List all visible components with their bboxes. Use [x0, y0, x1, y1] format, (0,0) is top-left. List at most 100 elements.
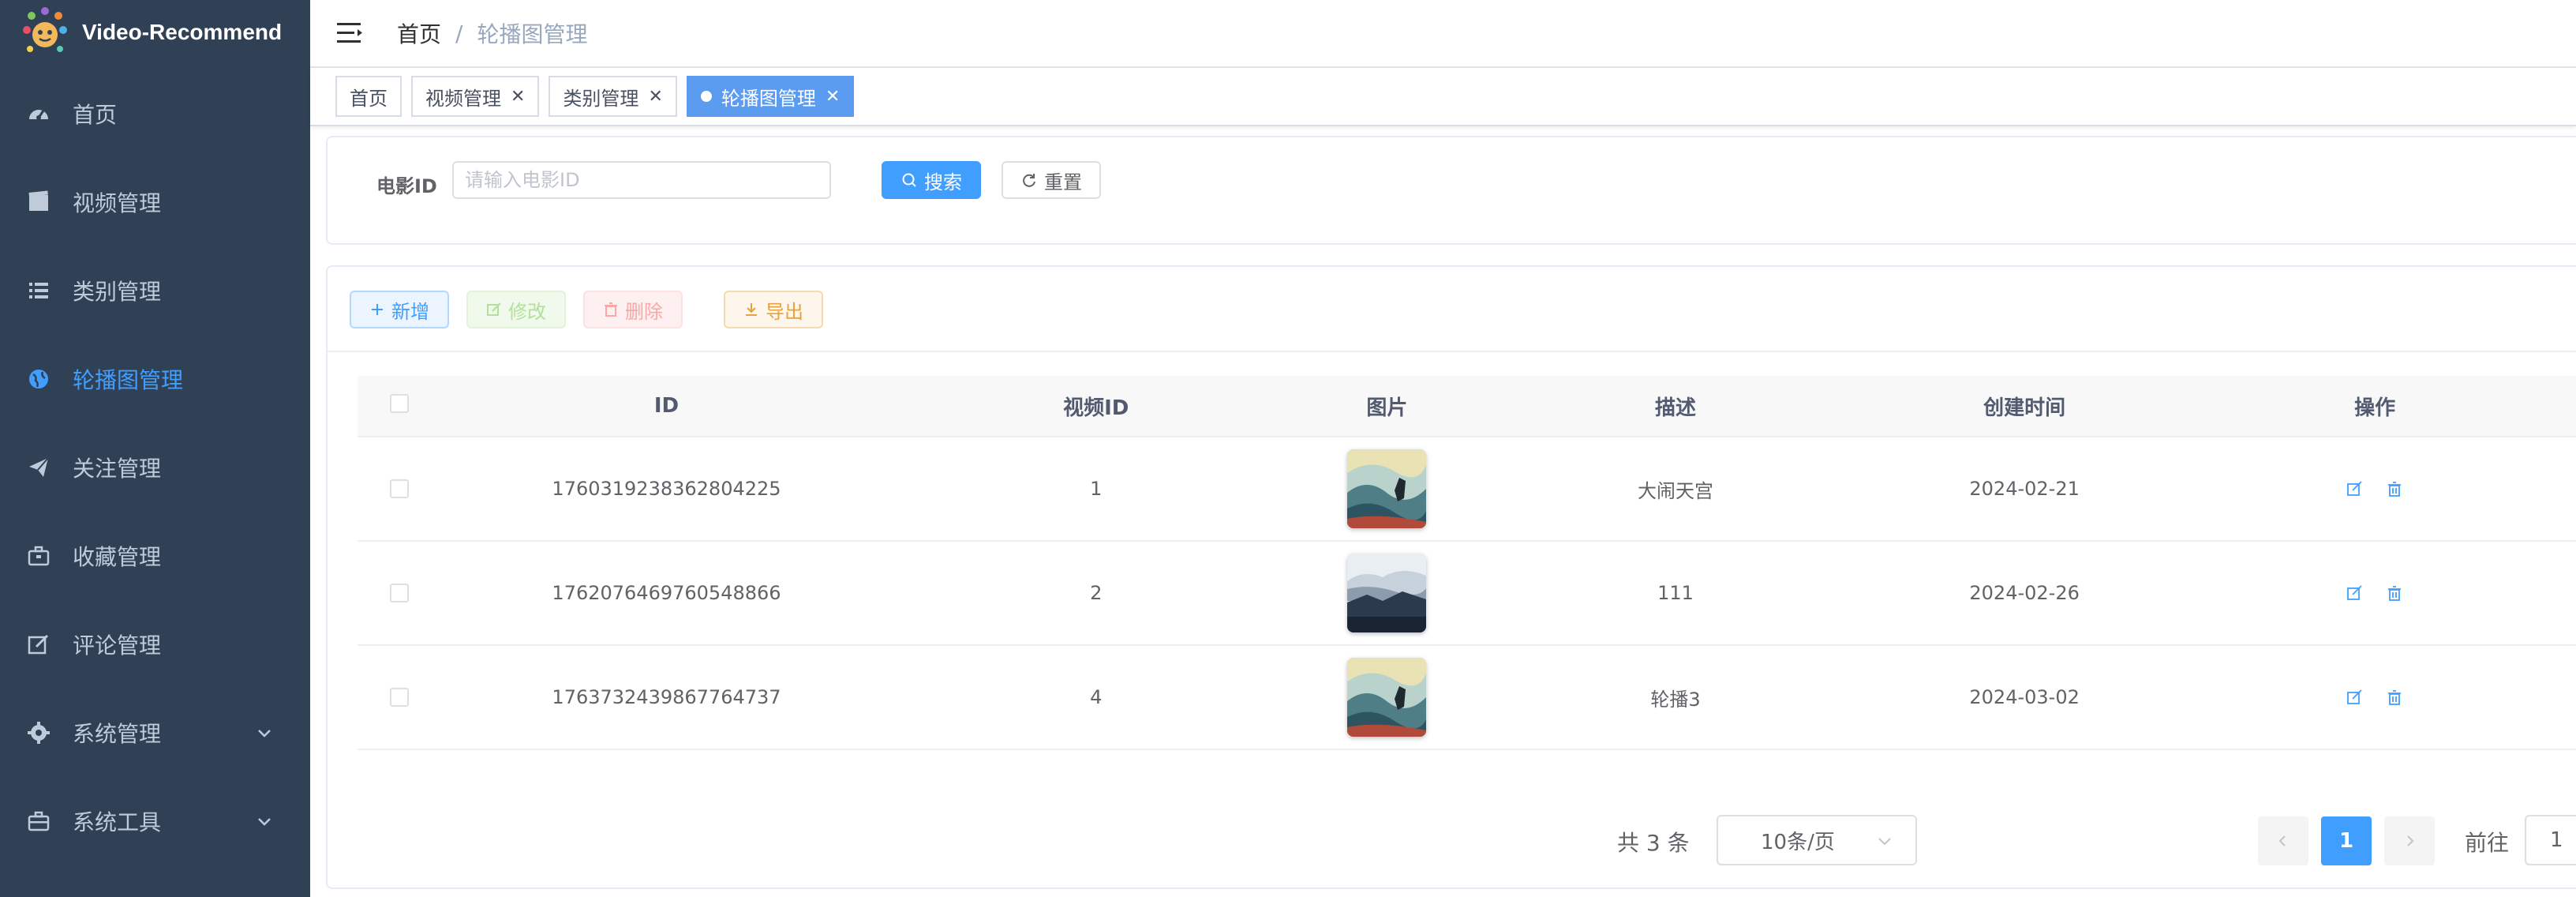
goto-page-input[interactable]: 1: [2525, 815, 2576, 865]
table-row: 1760319238362804225 1 大闹天宫 2024-02-21: [358, 437, 2576, 542]
row-checkbox[interactable]: [389, 688, 409, 707]
tab-label: 轮播图管理: [721, 87, 816, 110]
chevron-down-icon: [258, 818, 271, 826]
sidebar-item-comment[interactable]: 评论管理: [0, 600, 310, 689]
sidebar-item-label: 首页: [73, 102, 118, 128]
sidebar-item-carousel[interactable]: 轮播图管理: [0, 335, 310, 423]
dashboard-icon: [25, 100, 52, 127]
edit-icon[interactable]: [2345, 479, 2365, 499]
close-icon[interactable]: ✕: [511, 87, 525, 107]
row-checkbox[interactable]: [389, 479, 409, 498]
delete-button[interactable]: 删除: [583, 291, 683, 328]
column-header-created: 创建时间: [1983, 396, 2066, 420]
painting-thumbnail[interactable]: [1347, 449, 1427, 528]
tab-carousel[interactable]: 轮播图管理 ✕: [686, 76, 855, 117]
cell-description: 轮播3: [1650, 688, 1701, 711]
next-page-button[interactable]: [2384, 816, 2435, 865]
chevron-left-icon: [2278, 835, 2286, 846]
logo[interactable]: Video-Recommend: [0, 0, 310, 65]
close-icon[interactable]: ✕: [826, 87, 840, 107]
page-size-select[interactable]: 10条/页: [1717, 815, 1917, 865]
search-icon: [902, 173, 916, 187]
trash-icon[interactable]: [2384, 479, 2405, 499]
cell-description: 111: [1657, 582, 1694, 604]
tab-video[interactable]: 视频管理 ✕: [411, 76, 540, 117]
sidebar-item-follow[interactable]: 关注管理: [0, 423, 310, 512]
movie-id-label: 电影ID: [376, 175, 437, 197]
reset-button[interactable]: 重置: [1002, 161, 1101, 199]
edit-icon[interactable]: [2345, 687, 2365, 707]
sidebar-item-video[interactable]: 视频管理: [0, 158, 310, 246]
page-1-button[interactable]: 1: [2321, 816, 2372, 865]
tab-label: 视频管理: [425, 87, 501, 110]
page-size-value: 10条/页: [1761, 830, 1835, 854]
sidebar: Video-Recommend 首页 视频管理 类别管理 轮播图管理 关注管理 …: [0, 0, 310, 897]
paper-plane-icon: [25, 454, 52, 481]
sidebar-item-label: 类别管理: [73, 279, 162, 305]
sidebar-item-label: 关注管理: [73, 456, 162, 482]
edit-button[interactable]: 修改: [466, 291, 566, 328]
painting-thumbnail[interactable]: [1347, 658, 1427, 737]
cell-video-id: 4: [1090, 686, 1103, 708]
tab-category[interactable]: 类别管理 ✕: [549, 76, 677, 117]
sidebar-item-label: 系统管理: [73, 721, 162, 747]
app-title: Video-Recommend: [82, 20, 283, 44]
navbar: 首页 / 轮播图管理: [310, 0, 2576, 68]
delete-button-label: 删除: [625, 300, 663, 323]
row-checkbox[interactable]: [389, 584, 409, 602]
trash-icon: [605, 302, 617, 317]
column-header-image: 图片: [1366, 396, 1408, 420]
prev-page-button[interactable]: [2258, 816, 2308, 865]
sidebar-item-label: 收藏管理: [73, 544, 162, 570]
breadcrumb-current: 轮播图管理: [477, 21, 588, 47]
column-header-id: ID: [653, 394, 680, 418]
cell-id: 1763732439867764737: [552, 686, 781, 708]
trash-icon[interactable]: [2384, 583, 2405, 603]
download-icon: [746, 303, 757, 316]
movie-id-input[interactable]: [452, 161, 831, 199]
sidebar-menu: 首页 视频管理 类别管理 轮播图管理 关注管理 收藏管理 评论管理 系统管理 系…: [0, 69, 310, 865]
sidebar-item-home[interactable]: 首页: [0, 69, 310, 158]
select-all-cell: [358, 393, 440, 418]
plus-icon: [372, 304, 383, 315]
hamburger-icon[interactable]: [335, 18, 365, 48]
select-all-checkbox[interactable]: [389, 393, 409, 413]
chevron-down-icon: [258, 730, 271, 737]
add-button-label: 新增: [391, 300, 429, 323]
sidebar-item-label: 评论管理: [73, 632, 162, 659]
sidebar-item-label: 轮播图管理: [73, 367, 184, 393]
search-form: 电影ID 搜索 重置: [326, 136, 2576, 245]
cell-id: 1760319238362804225: [552, 478, 781, 500]
active-dot-icon: [700, 91, 712, 102]
sidebar-item-system[interactable]: 系统管理: [0, 689, 310, 777]
search-button[interactable]: 搜索: [882, 161, 981, 199]
export-button-label: 导出: [766, 300, 803, 323]
pagination-total: 共 3 条: [1617, 830, 1690, 856]
breadcrumb-home[interactable]: 首页: [397, 17, 441, 49]
divider: [328, 351, 2576, 352]
close-icon[interactable]: ✕: [648, 87, 662, 107]
export-button[interactable]: 导出: [724, 291, 823, 328]
refresh-icon: [1023, 174, 1035, 187]
cell-video-id: 2: [1090, 582, 1103, 604]
pagination: 共 3 条 10条/页 1 前往 1: [328, 815, 2576, 867]
edit-icon[interactable]: [2345, 583, 2365, 603]
sidebar-item-collect[interactable]: 收藏管理: [0, 512, 310, 600]
cell-description: 大闹天宫: [1638, 479, 1714, 502]
breadcrumb-separator: /: [455, 20, 463, 47]
cell-created: 2024-02-21: [1969, 478, 2080, 500]
toolbox-icon: [25, 808, 52, 835]
sidebar-item-category[interactable]: 类别管理: [0, 246, 310, 335]
tags-view: 首页 视频管理 ✕ 类别管理 ✕ 轮播图管理 ✕: [310, 68, 2576, 126]
table-header: ID 视频ID 图片 描述 创建时间 操作: [358, 376, 2576, 437]
tab-home[interactable]: 首页: [335, 76, 402, 117]
list-icon: [25, 277, 52, 304]
carousel-table: ID 视频ID 图片 描述 创建时间 操作 176031923836280422…: [358, 376, 2576, 750]
cell-created: 2024-02-26: [1969, 582, 2080, 604]
table-row: 1763732439867764737 4 轮播3 2024-03-02: [358, 646, 2576, 750]
sidebar-item-label: 系统工具: [73, 809, 162, 835]
add-button[interactable]: 新增: [350, 291, 449, 328]
mountain-thumbnail[interactable]: [1347, 554, 1427, 632]
sidebar-item-tools[interactable]: 系统工具: [0, 777, 310, 865]
trash-icon[interactable]: [2384, 687, 2405, 707]
